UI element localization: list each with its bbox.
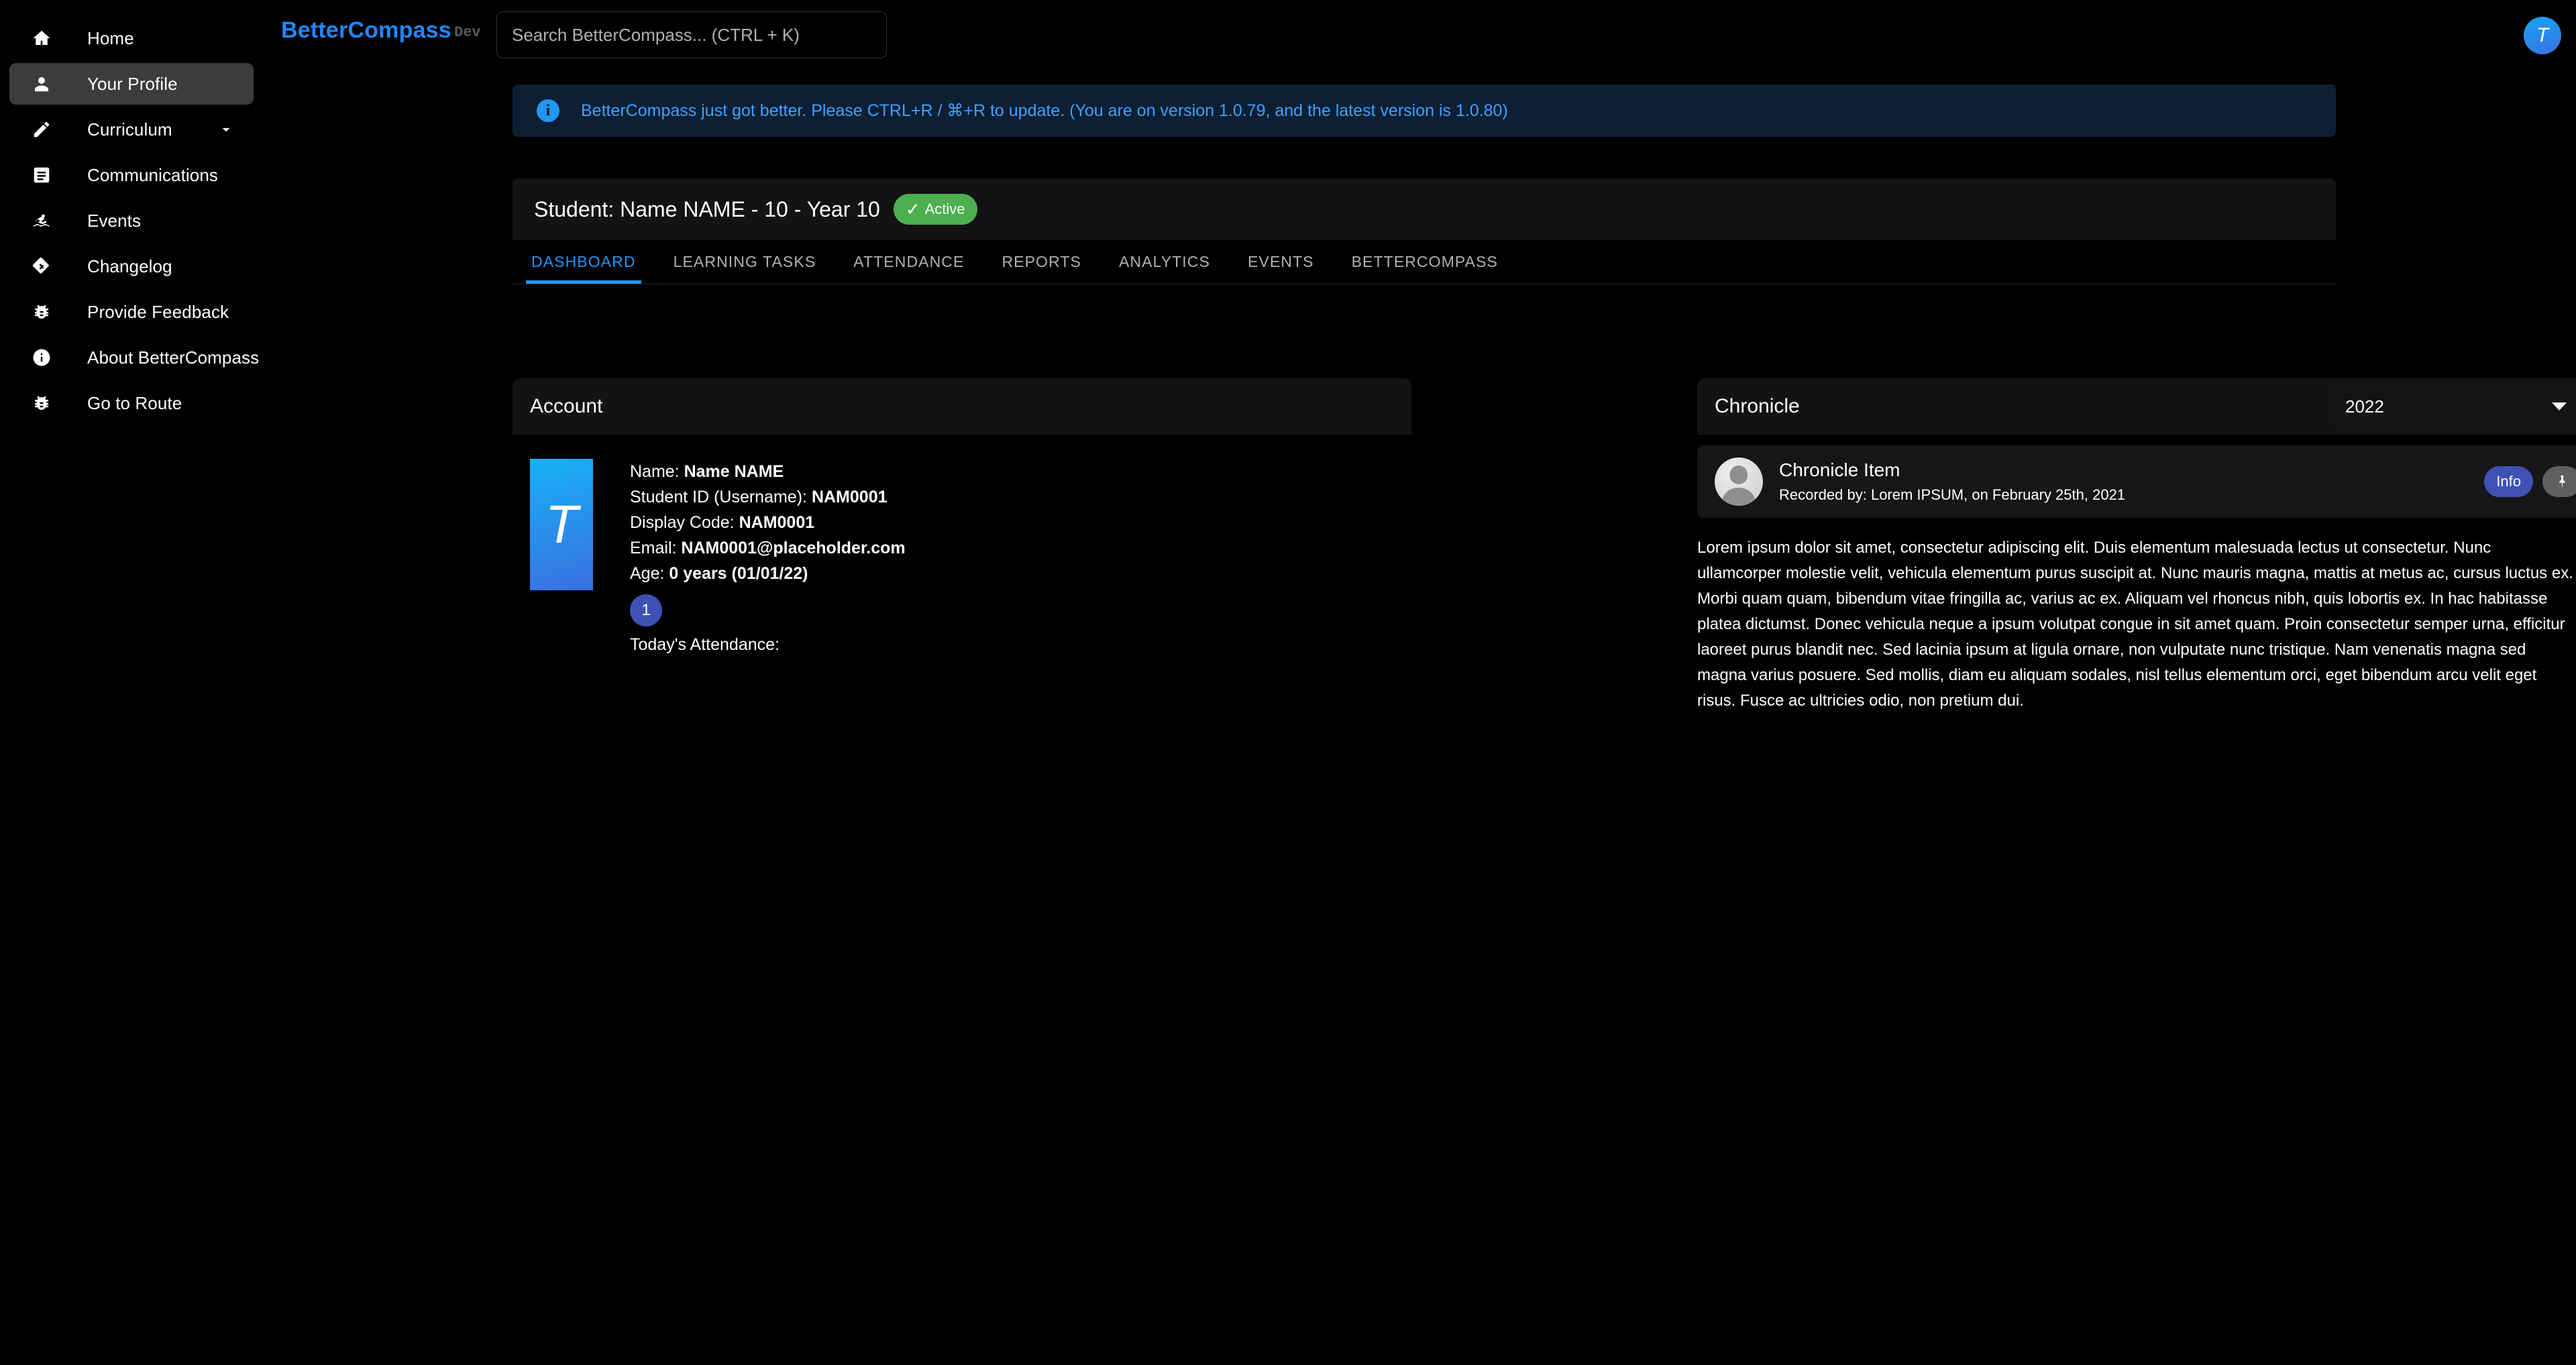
- bug-icon: [27, 297, 56, 327]
- chronicle-card: Chronicle 2022 Chronicle Item Recorded b…: [1697, 378, 2576, 714]
- status-badge[interactable]: ✓ Active: [894, 194, 977, 225]
- account-field-label: Display Code:: [630, 513, 735, 532]
- update-banner-text: BetterCompass just got better. Please CT…: [581, 101, 1508, 121]
- person-icon: [27, 69, 56, 99]
- account-card-header: Account: [513, 378, 1411, 435]
- tab-bar: DashboardLearning TasksAttendanceReports…: [513, 240, 2336, 284]
- sidebar-item-curriculum[interactable]: Curriculum: [9, 109, 254, 150]
- brand-logo[interactable]: BetterCompass: [281, 17, 451, 44]
- tab-reports[interactable]: Reports: [983, 239, 1099, 284]
- account-field-value: NAM0001@placeholder.com: [681, 539, 905, 557]
- account-fields: Name: Name NAMEStudent ID (Username): NA…: [630, 459, 906, 657]
- attendance-count-badge[interactable]: 1: [630, 594, 662, 626]
- info-circle-icon: [27, 343, 56, 372]
- chronicle-item[interactable]: Chronicle Item Recorded by: Lorem IPSUM,…: [1697, 445, 2576, 518]
- account-field: Email: NAM0001@placeholder.com: [630, 535, 906, 561]
- update-banner: i BetterCompass just got better. Please …: [513, 85, 2336, 137]
- info-button[interactable]: Info: [2484, 466, 2533, 497]
- sidebar-item-label: Your Profile: [87, 74, 178, 95]
- chronicle-item-meta: Chronicle Item Recorded by: Lorem IPSUM,…: [1779, 459, 2125, 504]
- chronicle-year-value: 2022: [2345, 396, 2384, 417]
- search-input[interactable]: [496, 11, 887, 58]
- tab-attendance[interactable]: Attendance: [835, 239, 983, 284]
- sidebar-item-label: Curriculum: [87, 119, 172, 140]
- account-field-value: NAM0001: [739, 513, 815, 532]
- sidebar-item-communications[interactable]: Communications: [9, 154, 254, 196]
- check-icon: ✓: [906, 201, 920, 218]
- sidebar-item-label: Go to Route: [87, 393, 182, 414]
- chronicle-year-select[interactable]: 2022: [2332, 385, 2576, 428]
- account-card-body: T Name: Name NAMEStudent ID (Username): …: [513, 435, 1411, 675]
- bug-icon: [27, 388, 56, 418]
- tab-analytics[interactable]: Analytics: [1100, 239, 1229, 284]
- account-card-title: Account: [530, 395, 602, 418]
- article-icon: [27, 160, 56, 190]
- status-badge-label: Active: [925, 201, 965, 218]
- student-header: Student: Name NAME - 10 - Year 10 ✓ Acti…: [513, 178, 2336, 240]
- sidebar-item-home[interactable]: Home: [9, 17, 254, 59]
- top-bar: BetterCompass Dev T: [263, 0, 2576, 67]
- account-field: Student ID (Username): NAM0001: [630, 484, 906, 510]
- sidebar-item-label: Home: [87, 28, 134, 49]
- tab-dashboard[interactable]: Dashboard: [513, 239, 655, 284]
- avatar: [1715, 457, 1763, 506]
- chronicle-card-header: Chronicle 2022: [1697, 378, 2576, 435]
- account-field-value: NAM0001: [812, 488, 888, 506]
- pin-button[interactable]: [2542, 466, 2576, 497]
- chronicle-item-actions: Info: [2484, 466, 2576, 497]
- chronicle-item-subtitle: Recorded by: Lorem IPSUM, on February 25…: [1779, 486, 2125, 504]
- sidebar-item-label: Provide Feedback: [87, 302, 229, 323]
- sidebar-item-provide-feedback[interactable]: Provide Feedback: [9, 291, 254, 333]
- home-icon: [27, 23, 56, 53]
- sidebar-item-label: Communications: [87, 165, 218, 186]
- account-field: Display Code: NAM0001: [630, 510, 906, 535]
- brand-env-label: Dev: [454, 24, 481, 41]
- account-card: Account T Name: Name NAMEStudent ID (Use…: [513, 378, 1411, 675]
- swimmer-icon: [27, 206, 56, 235]
- pencil-icon: [27, 115, 56, 144]
- pin-icon: [2555, 474, 2569, 489]
- chevron-down-icon[interactable]: [217, 121, 235, 138]
- account-field: Age: 0 years (01/01/22): [630, 561, 906, 586]
- attendance-label: Today's Attendance:: [630, 632, 906, 657]
- tab-bettercompass[interactable]: BetterCompass: [1333, 239, 1517, 284]
- student-avatar-tile: T: [530, 459, 593, 590]
- account-field-label: Student ID (Username):: [630, 488, 807, 506]
- git-branch-icon: [27, 252, 56, 281]
- sidebar-item-label: About BetterCompass: [87, 347, 259, 368]
- account-field-value: 0 years (01/01/22): [669, 564, 808, 583]
- chronicle-body-text: Lorem ipsum dolor sit amet, consectetur …: [1697, 535, 2576, 714]
- sidebar: Home Your Profile Curriculum Communications…: [0, 0, 263, 1365]
- tab-events[interactable]: Events: [1229, 239, 1333, 284]
- chronicle-item-title: Chronicle Item: [1779, 459, 2125, 481]
- account-field-label: Name:: [630, 462, 680, 481]
- page-title: Student: Name NAME - 10 - Year 10: [534, 197, 880, 222]
- account-field-label: Email:: [630, 539, 676, 557]
- account-field-label: Age:: [630, 564, 664, 583]
- sidebar-item-your-profile[interactable]: Your Profile: [9, 63, 254, 105]
- user-avatar[interactable]: T: [2524, 17, 2561, 54]
- chronicle-card-title: Chronicle: [1715, 395, 1800, 418]
- sidebar-item-events[interactable]: Events: [9, 200, 254, 241]
- sidebar-item-changelog[interactable]: Changelog: [9, 245, 254, 287]
- chevron-down-icon: [2552, 402, 2567, 411]
- sidebar-item-about-bettercompass[interactable]: About BetterCompass: [9, 337, 254, 378]
- account-field: Name: Name NAME: [630, 459, 906, 484]
- sidebar-item-label: Events: [87, 211, 141, 231]
- tab-learning-tasks[interactable]: Learning Tasks: [655, 239, 835, 284]
- sidebar-item-label: Changelog: [87, 256, 172, 277]
- account-field-value: Name NAME: [684, 462, 784, 481]
- info-icon: i: [537, 99, 559, 122]
- sidebar-item-go-to-route[interactable]: Go to Route: [9, 382, 254, 424]
